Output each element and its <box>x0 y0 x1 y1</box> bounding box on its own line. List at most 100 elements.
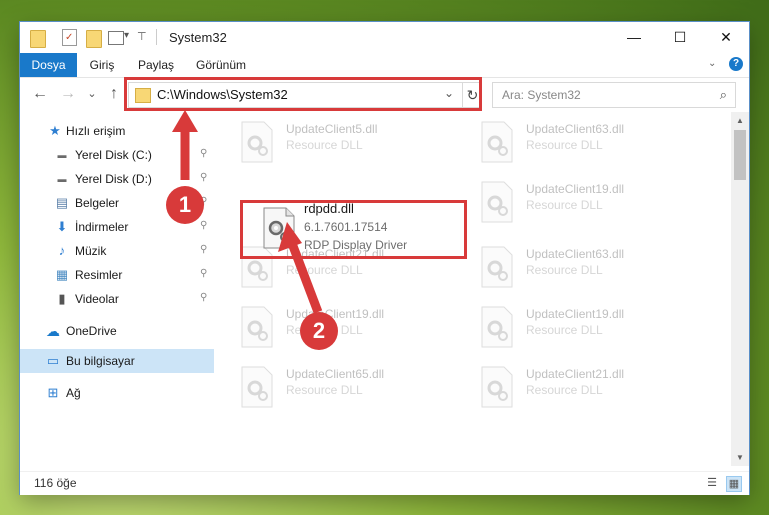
sidebar-item-quick-access[interactable]: ★ Hızlı erişim <box>20 119 214 143</box>
dll-file-icon <box>481 246 513 288</box>
sidebar-item-label: Yerel Disk (D:) <box>75 172 152 186</box>
customize-quick-access-icon[interactable] <box>108 31 124 45</box>
file-name: UpdateClient19.dll <box>526 307 625 321</box>
sidebar-item-label: Videolar <box>75 292 119 306</box>
vertical-scrollbar[interactable]: ▲ ▼ <box>731 112 749 466</box>
forward-button[interactable]: → <box>58 84 78 104</box>
sidebar-item-local-disk-c[interactable]: ▬ Yerel Disk (C:) ⚲ <box>20 143 214 167</box>
file-name: UpdateClient19.dll <box>286 307 385 321</box>
window-title: System32 <box>169 30 227 45</box>
sidebar-item-label: Belgeler <box>75 196 120 210</box>
sidebar-item-pictures[interactable]: ▦ Resimler ⚲ <box>20 263 214 287</box>
file-description: Resource DLL <box>526 198 603 212</box>
details-view-button[interactable]: ☰ <box>705 476 719 490</box>
file-name: UpdateClient65.dll <box>286 367 385 381</box>
pin-icon[interactable]: ⚲ <box>200 268 207 279</box>
file-item[interactable]: UpdateClient65.dll Resource DLL <box>234 363 454 415</box>
file-item[interactable]: UpdateClient63.dll Resource DLL <box>474 243 694 295</box>
file-description: Resource DLL <box>286 263 363 277</box>
qa-dropdown-icon[interactable]: ⊤ <box>137 30 147 43</box>
tab-share[interactable]: Paylaş <box>130 53 182 77</box>
status-bar: 116 öğe ☰ ▦ <box>20 471 749 495</box>
new-folder-icon[interactable] <box>86 30 102 48</box>
up-button[interactable]: ↑ <box>104 84 124 104</box>
drive-icon: ▬ <box>57 150 67 160</box>
file-name: UpdateClient5.dll <box>286 122 378 136</box>
expand-ribbon-icon[interactable]: ⌄ <box>708 58 716 69</box>
recent-locations-button[interactable]: ⌄ <box>82 84 102 104</box>
folder-icon <box>30 30 46 48</box>
sidebar-item-music[interactable]: ♪ Müzik ⚲ <box>20 239 214 263</box>
file-description: Resource DLL <box>526 138 603 152</box>
sidebar-item-label: Yerel Disk (C:) <box>75 148 152 162</box>
file-description: Resource DLL <box>526 383 603 397</box>
sidebar-item-label: Ağ <box>66 386 81 400</box>
callout-1: 1 <box>166 186 204 224</box>
sidebar-item-network[interactable]: ⊞ Ağ <box>20 381 214 405</box>
file-item[interactable]: UpdateClient5.dll Resource DLL <box>234 118 454 170</box>
documents-icon: ▤ <box>55 195 69 210</box>
sidebar-item-label: OneDrive <box>66 324 117 338</box>
sidebar-item-videos[interactable]: ▮ Videolar ⚲ <box>20 287 214 311</box>
star-icon: ★ <box>49 123 61 138</box>
search-placeholder: Ara: System32 <box>502 88 581 102</box>
computer-icon: ▭ <box>46 353 60 368</box>
help-icon[interactable]: ? <box>729 57 743 71</box>
search-input[interactable]: Ara: System32 ⌕ <box>492 82 736 108</box>
file-name: UpdateClient63.dll <box>526 122 625 136</box>
navigation-pane: ★ Hızlı erişim ▬ Yerel Disk (C:) ⚲ ▬ Yer… <box>20 112 214 466</box>
sidebar-item-label: İndirmeler <box>75 220 129 234</box>
pin-icon[interactable]: ⚲ <box>200 220 207 231</box>
sidebar-item-label: Bu bilgisayar <box>66 354 135 368</box>
dll-file-icon <box>481 366 513 408</box>
ribbon-tabs: Dosya Giriş Paylaş Görünüm ⌄ ? <box>20 53 749 78</box>
network-icon: ⊞ <box>47 385 59 400</box>
file-item[interactable]: UpdateClient19.dll Resource DLL <box>474 178 694 230</box>
dll-file-icon <box>481 121 513 163</box>
large-icons-view-button[interactable]: ▦ <box>726 476 742 492</box>
file-name: UpdateClient21.dll <box>526 367 625 381</box>
item-count: 116 öğe <box>34 476 77 490</box>
sidebar-item-this-pc[interactable]: ▭ Bu bilgisayar <box>20 349 214 373</box>
properties-icon[interactable]: ✓ <box>62 29 77 46</box>
dll-file-icon <box>481 181 513 223</box>
scrollbar-thumb[interactable] <box>734 130 746 180</box>
tab-view[interactable]: Görünüm <box>190 53 252 77</box>
file-item[interactable]: UpdateClient19.dll Resource DLL <box>234 303 454 355</box>
tab-file[interactable]: Dosya <box>20 53 77 77</box>
back-button[interactable]: ← <box>30 84 50 104</box>
scroll-up-icon[interactable]: ▲ <box>731 112 749 129</box>
file-item[interactable]: UpdateClient63.dll Resource DLL <box>474 118 694 170</box>
scroll-down-icon[interactable]: ▼ <box>731 449 749 466</box>
videos-icon: ▮ <box>58 291 66 306</box>
file-name: UpdateClient19.dll <box>526 182 625 196</box>
file-item[interactable]: UpdateClient19.dll Resource DLL <box>474 303 694 355</box>
drive-icon: ▬ <box>57 174 67 184</box>
pictures-icon: ▦ <box>55 267 69 282</box>
tab-home[interactable]: Giriş <box>80 53 124 77</box>
sidebar-item-label: Hızlı erişim <box>66 124 126 138</box>
pin-icon[interactable]: ⚲ <box>200 292 207 303</box>
sidebar-item-label: Müzik <box>75 244 107 258</box>
file-description: Resource DLL <box>526 263 603 277</box>
dll-file-icon <box>241 366 273 408</box>
close-button[interactable]: ✕ <box>703 22 749 53</box>
maximize-button[interactable]: ☐ <box>657 22 703 53</box>
search-icon[interactable]: ⌕ <box>720 87 727 103</box>
dll-file-icon <box>241 121 273 163</box>
chevron-down-icon[interactable]: ▾ <box>124 30 129 41</box>
file-item[interactable]: UpdateClient21.dll Resource DLL <box>474 363 694 415</box>
downloads-icon: ⬇ <box>56 219 68 234</box>
sidebar-item-onedrive[interactable]: ☁ OneDrive <box>20 319 214 343</box>
pin-icon[interactable]: ⚲ <box>200 172 207 183</box>
minimize-button[interactable]: — <box>611 22 657 53</box>
file-description: Resource DLL <box>286 138 363 152</box>
dll-file-icon <box>481 306 513 348</box>
file-description: Resource DLL <box>526 323 603 337</box>
callout-2: 2 <box>300 312 338 350</box>
divider <box>156 29 157 45</box>
pin-icon[interactable]: ⚲ <box>200 244 207 255</box>
title-bar: ✓ ▾ ⊤ System32 — ☐ ✕ <box>20 22 749 53</box>
navigation-bar: ← → ⌄ ↑ C:\Windows\System32 ⌄ ↻ Ara: Sys… <box>20 77 749 112</box>
pin-icon[interactable]: ⚲ <box>200 148 207 159</box>
